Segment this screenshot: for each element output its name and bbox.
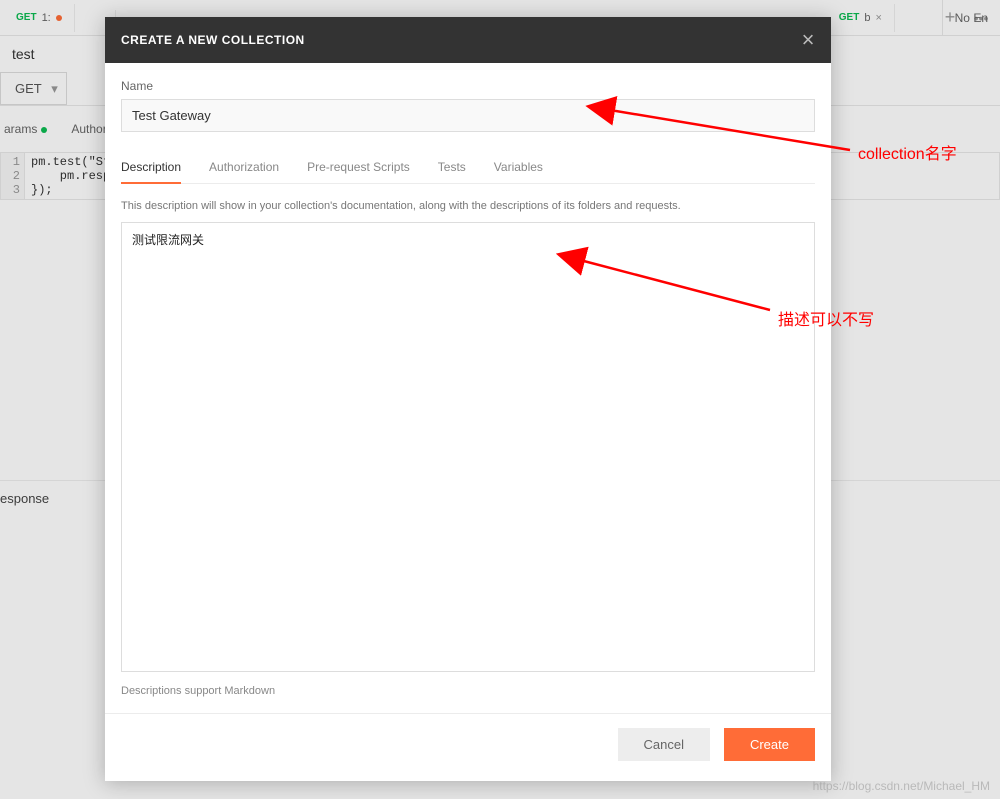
tab-description[interactable]: Description [121,152,181,184]
description-textarea[interactable]: 测试限流网关 [121,222,815,672]
cancel-button[interactable]: Cancel [618,728,710,761]
create-collection-dialog: CREATE A NEW COLLECTION × Name Descripti… [105,17,831,781]
close-icon[interactable]: × [802,29,815,51]
dialog-title: CREATE A NEW COLLECTION [121,33,305,47]
tab-tests[interactable]: Tests [438,152,466,183]
dialog-header: CREATE A NEW COLLECTION × [105,17,831,63]
markdown-hint: Descriptions support Markdown [121,685,815,697]
tab-variables[interactable]: Variables [494,152,543,183]
dialog-body: Name Description Authorization Pre-reque… [105,63,831,713]
description-helper: This description will show in your colle… [121,200,815,212]
tab-prerequest[interactable]: Pre-request Scripts [307,152,410,183]
name-label: Name [121,79,815,93]
dialog-footer: Cancel Create [105,713,831,781]
dialog-tabs: Description Authorization Pre-request Sc… [121,152,815,184]
create-button[interactable]: Create [724,728,815,761]
collection-name-input[interactable] [121,99,815,132]
tab-authorization[interactable]: Authorization [209,152,279,183]
